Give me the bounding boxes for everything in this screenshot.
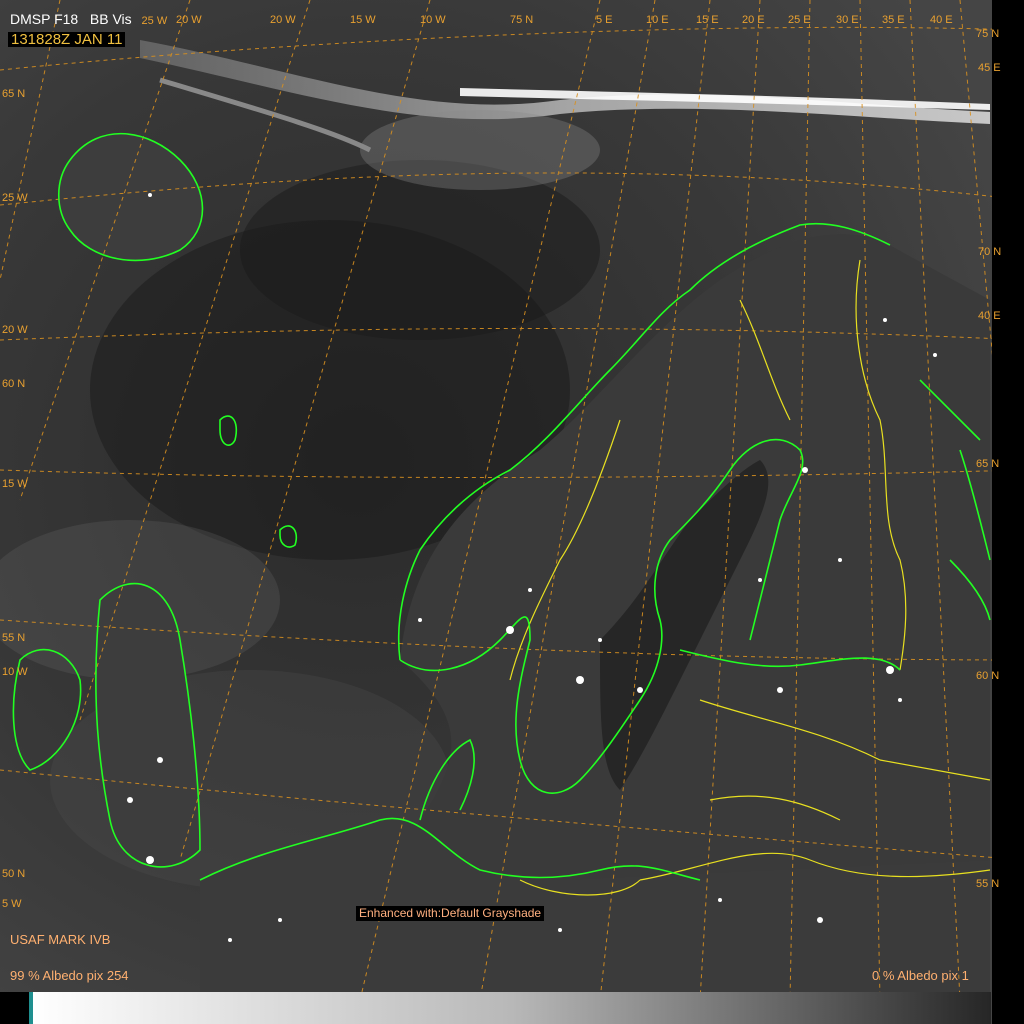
grid-label-left: 10 W [2,666,28,678]
albedo-colorbar [33,992,991,1024]
grid-label-left: 60 N [2,378,26,390]
grid-label-left: 5 W [2,898,22,910]
channel-label: BB Vis [89,11,132,27]
grid-label-right: 40 E [978,310,1001,322]
grid-label-top: 25 E [788,14,811,26]
grid-label-top: 40 E [930,14,953,26]
grid-label-top: 5 E [596,14,613,26]
scale-right-label: 0 % Albedo pix 1 [872,968,969,983]
grid-label-right: 65 N [976,458,1000,470]
grid-label-top: 20 E [742,14,765,26]
grid-label-top: 30 E [836,14,859,26]
grid-label-right: 45 E [978,62,1001,74]
grid-label-right: 70 N [978,246,1002,258]
grid-label-left: 15 W [2,478,28,490]
grid-label-top: 10 E [646,14,669,26]
grid-label-right: 75 N [976,28,1000,40]
grid-label-left: 55 N [2,632,26,644]
grid-label-top: 25 W [141,15,168,27]
scale-left-label: 99 % Albedo pix 254 [10,968,129,983]
right-edge-strip [992,0,1024,1024]
grid-label-top: 20 W [176,14,202,26]
timestamp: 131828Z JAN 11 [8,32,126,47]
satellite-image-map [0,0,1024,1024]
grid-label-top: 15 E [696,14,719,26]
grid-label-top: 75 N [510,14,534,26]
colorbar-gradient [33,992,991,1024]
satellite-header: DMSP F18 BB Vis 25 W [10,12,167,29]
dark-sea-region-2 [240,160,600,340]
grid-label-top: 15 W [350,14,376,26]
grid-label-right: 55 N [976,878,1000,890]
producer-label: USAF MARK IVB [10,932,111,947]
colorbar-left-cap [0,992,35,1024]
grid-label-left: 20 W [2,324,28,336]
grid-label-left: 25 W [2,192,28,204]
grid-label-top: 20 W [270,14,296,26]
grid-label-right: 60 N [976,670,1000,682]
grid-label-left: 65 N [2,88,26,100]
grid-label-top: 35 E [882,14,905,26]
grid-label-top: 10 W [420,14,446,26]
enhancement-note: Enhanced with:Default Grayshade [356,906,545,921]
satellite-label: DMSP F18 [10,11,79,27]
grid-label-left: 50 N [2,868,26,880]
